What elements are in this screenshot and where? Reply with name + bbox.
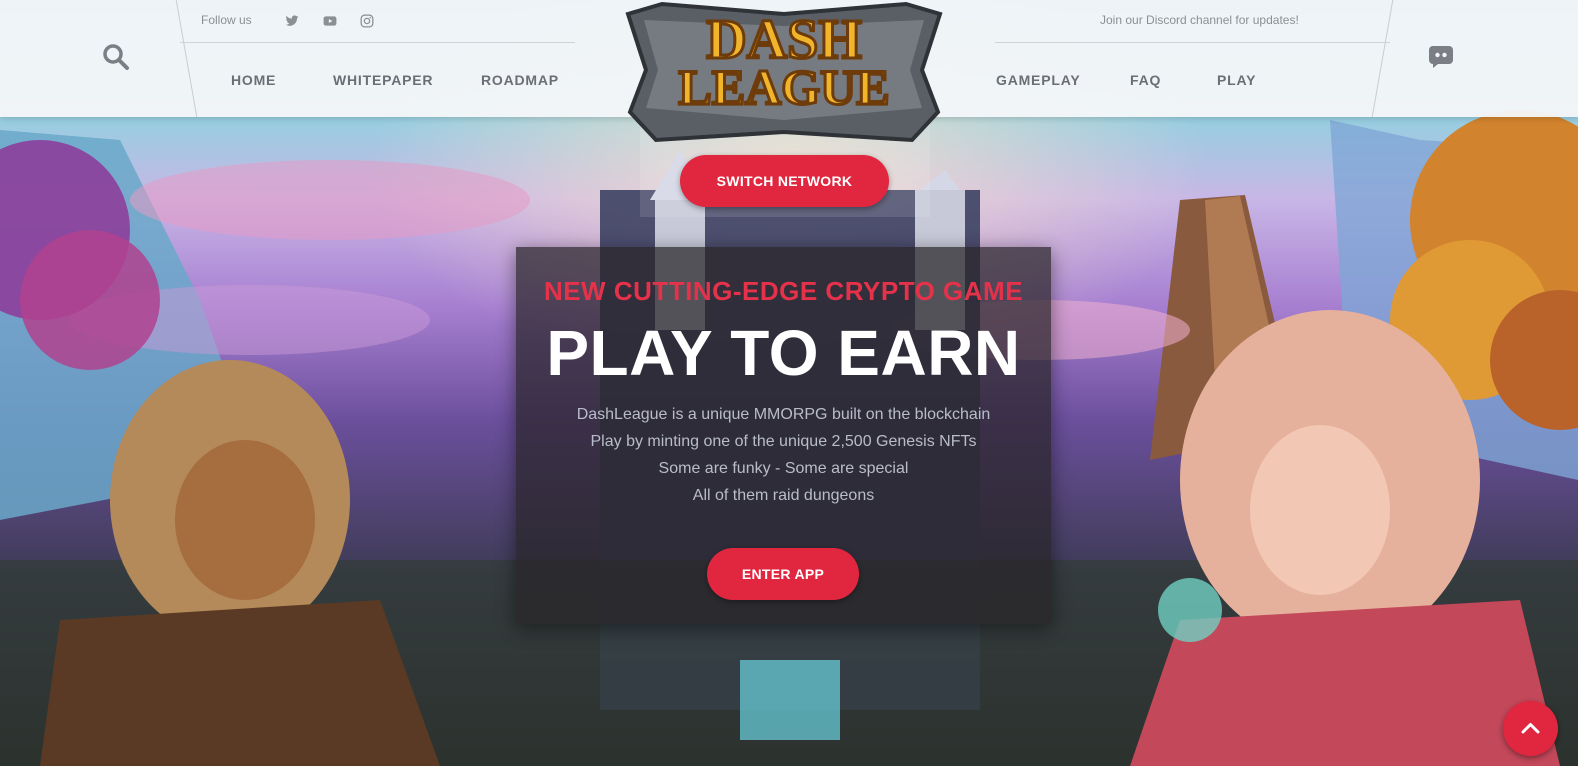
chevron-up-icon xyxy=(1521,723,1540,734)
discord-note: Join our Discord channel for updates! xyxy=(1100,13,1299,27)
nav-whitepaper[interactable]: WHITEPAPER xyxy=(333,72,433,88)
nav-roadmap[interactable]: ROADMAP xyxy=(481,72,559,88)
hero-line-4: All of them raid dungeons xyxy=(692,487,875,504)
nav-play[interactable]: PLAY xyxy=(1217,72,1256,88)
hero-line-1: DashLeague is a unique MMORPG built on t… xyxy=(576,406,991,423)
hero-line-2: Play by minting one of the unique 2,500 … xyxy=(590,433,977,450)
nav-gameplay[interactable]: GAMEPLAY xyxy=(996,72,1080,88)
discord-icon[interactable] xyxy=(1428,43,1454,69)
follow-us-label: Follow us xyxy=(201,13,252,27)
hero-kicker: NEW CUTTING-EDGE CRYPTO GAME xyxy=(543,276,1024,306)
logo-line2: LEAGUE xyxy=(678,59,889,115)
nav-faq[interactable]: FAQ xyxy=(1130,72,1161,88)
search-icon[interactable] xyxy=(102,43,130,71)
instagram-icon[interactable] xyxy=(360,14,374,28)
enter-app-button[interactable]: ENTER APP xyxy=(707,548,859,600)
header-rule-right xyxy=(995,42,1390,43)
hero-line-3: Some are funky - Some are special xyxy=(658,460,909,477)
dash-league-logo[interactable]: DASH LEAGUE xyxy=(622,0,946,145)
header-divider-right xyxy=(1371,0,1394,117)
header-divider-left xyxy=(175,0,198,117)
nav-home[interactable]: HOME xyxy=(231,72,276,88)
hero-headline: PLAY TO EARN xyxy=(546,317,1021,389)
header-rule-left xyxy=(180,42,575,43)
youtube-icon[interactable] xyxy=(323,14,337,28)
twitter-icon[interactable] xyxy=(285,14,299,28)
switch-network-button[interactable]: SWITCH NETWORK xyxy=(680,155,889,207)
scroll-to-top-button[interactable] xyxy=(1503,701,1558,756)
